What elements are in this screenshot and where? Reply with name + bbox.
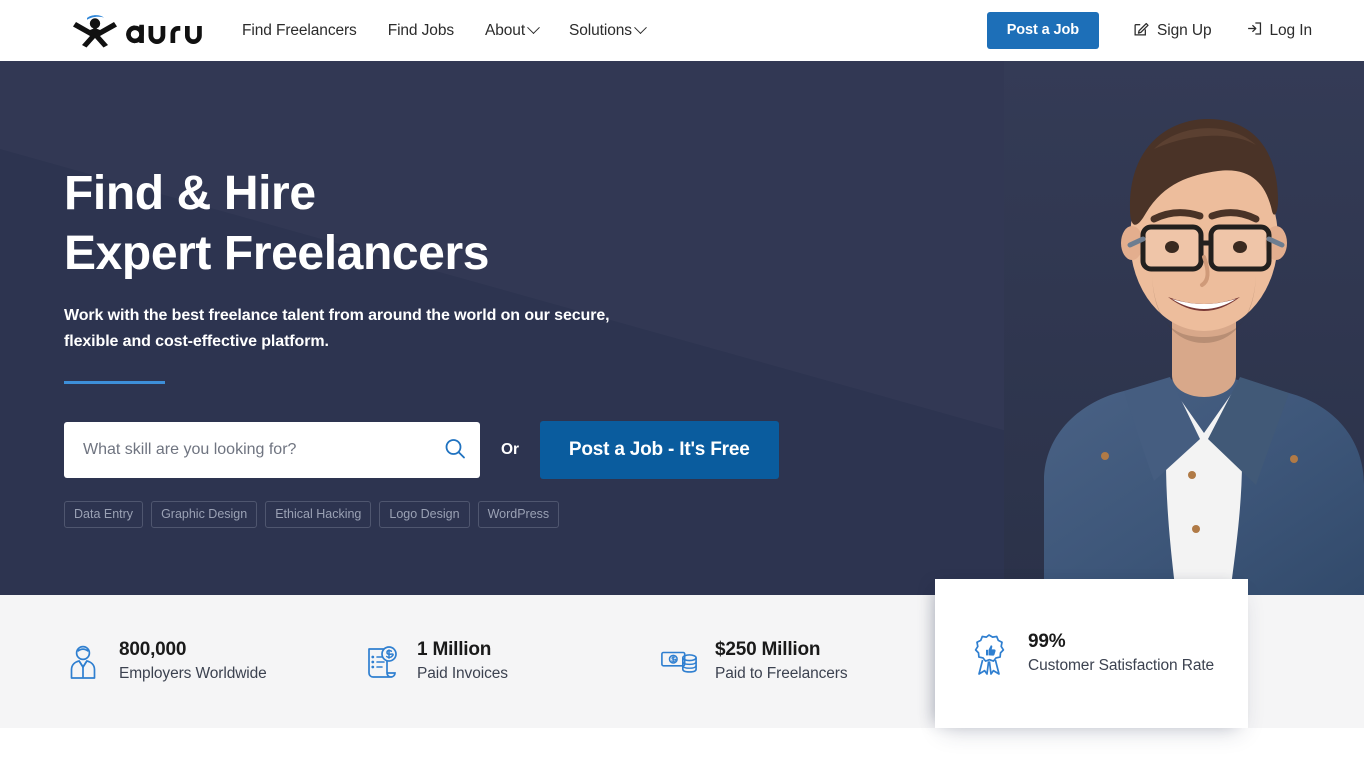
stat-paid-invoices: 1 Million Paid Invoices [362, 638, 660, 685]
pencil-edit-icon [1133, 20, 1150, 42]
nav-label: Find Freelancers [242, 21, 357, 39]
sign-up-label: Sign Up [1157, 21, 1212, 39]
stat-label: Employers Worldwide [119, 665, 267, 682]
nav-label: Find Jobs [387, 21, 455, 39]
chevron-down-icon [527, 21, 540, 35]
stat-text: 1 Million Paid Invoices [417, 638, 508, 685]
employer-person-icon [64, 644, 102, 680]
stat-label: Customer Satisfaction Rate [1028, 657, 1215, 674]
tag-ethical-hacking[interactable]: Ethical Hacking [265, 501, 372, 528]
tag-graphic-design[interactable]: Graphic Design [151, 501, 258, 528]
log-in-label: Log In [1269, 21, 1313, 39]
search-icon [443, 437, 467, 464]
stat-customer-satisfaction: 99% Customer Satisfaction Rate [970, 630, 1214, 677]
stat-number: $250 Million [715, 639, 821, 660]
award-ribbon-thumbsup-icon [970, 632, 1008, 676]
cash-money-icon [660, 646, 698, 678]
guru-logo[interactable] [64, 11, 210, 49]
stat-text: 99% Customer Satisfaction Rate [1028, 630, 1214, 677]
stat-label: Paid Invoices [417, 665, 508, 682]
popular-skill-tags: Data Entry Graphic Design Ethical Hackin… [64, 501, 824, 528]
tag-wordpress[interactable]: WordPress [477, 501, 560, 528]
main-nav: Find Freelancers Find Jobs About Solutio… [242, 0, 647, 61]
hero-subtitle-line2: flexible and cost-effective platform. [64, 333, 329, 350]
stat-card-customer-satisfaction: 99% Customer Satisfaction Rate [935, 579, 1248, 728]
stat-number: 1 Million [417, 639, 492, 660]
stat-employers-worldwide: 800,000 Employers Worldwide [64, 638, 362, 685]
nav-item-find-freelancers[interactable]: Find Freelancers [242, 22, 357, 40]
hero-title: Find & Hire Expert Freelancers [64, 61, 824, 284]
search-box[interactable] [64, 422, 480, 478]
chevron-down-icon [634, 21, 647, 35]
hero-title-line2: Expert Freelancers [64, 227, 490, 280]
search-button[interactable] [443, 437, 467, 464]
post-a-job-free-button[interactable]: Post a Job - It's Free [539, 421, 779, 479]
search-input[interactable] [64, 422, 480, 478]
stat-label: Paid to Freelancers [715, 665, 848, 682]
post-a-job-button[interactable]: Post a Job [986, 12, 1100, 49]
hero-search-row: Or Post a Job - It's Free [64, 421, 824, 479]
nav-item-solutions[interactable]: Solutions [569, 21, 647, 40]
hero-subtitle-line1: Work with the best freelance talent from… [64, 307, 610, 324]
smiling-man-photo-illustration [1004, 61, 1364, 595]
accent-divider [64, 381, 165, 384]
invoice-dollar-icon [362, 644, 400, 680]
tag-logo-design[interactable]: Logo Design [379, 501, 470, 528]
stat-paid-to-freelancers: $250 Million Paid to Freelancers [660, 638, 958, 685]
nav-item-about[interactable]: About [485, 21, 540, 40]
stat-number: 99% [1028, 631, 1066, 652]
stat-number: 800,000 [119, 639, 187, 660]
hero-section: Find & Hire Expert Freelancers Work with… [0, 61, 1364, 595]
hero-subtitle: Work with the best freelance talent from… [64, 303, 684, 355]
stat-text: 800,000 Employers Worldwide [119, 638, 267, 685]
hero-photo [1004, 61, 1364, 595]
sign-up-link[interactable]: Sign Up [1133, 20, 1212, 42]
log-in-link[interactable]: Log In [1246, 20, 1313, 42]
hero-title-line1: Find & Hire [64, 167, 316, 220]
tag-data-entry[interactable]: Data Entry [64, 501, 144, 528]
nav-label: Solutions [569, 21, 632, 39]
landing-page: Find Freelancers Find Jobs About Solutio… [0, 0, 1364, 760]
site-header: Find Freelancers Find Jobs About Solutio… [0, 0, 1364, 61]
header-actions: Post a Job Sign Up Log In [986, 0, 1313, 61]
or-label: Or [501, 441, 519, 458]
hero-content: Find & Hire Expert Freelancers Work with… [64, 61, 824, 595]
nav-label: About [485, 21, 526, 39]
guru-person-logo-icon [64, 12, 210, 48]
login-arrow-icon [1246, 20, 1263, 42]
stat-text: $250 Million Paid to Freelancers [715, 638, 848, 685]
nav-item-find-jobs[interactable]: Find Jobs [388, 22, 454, 40]
